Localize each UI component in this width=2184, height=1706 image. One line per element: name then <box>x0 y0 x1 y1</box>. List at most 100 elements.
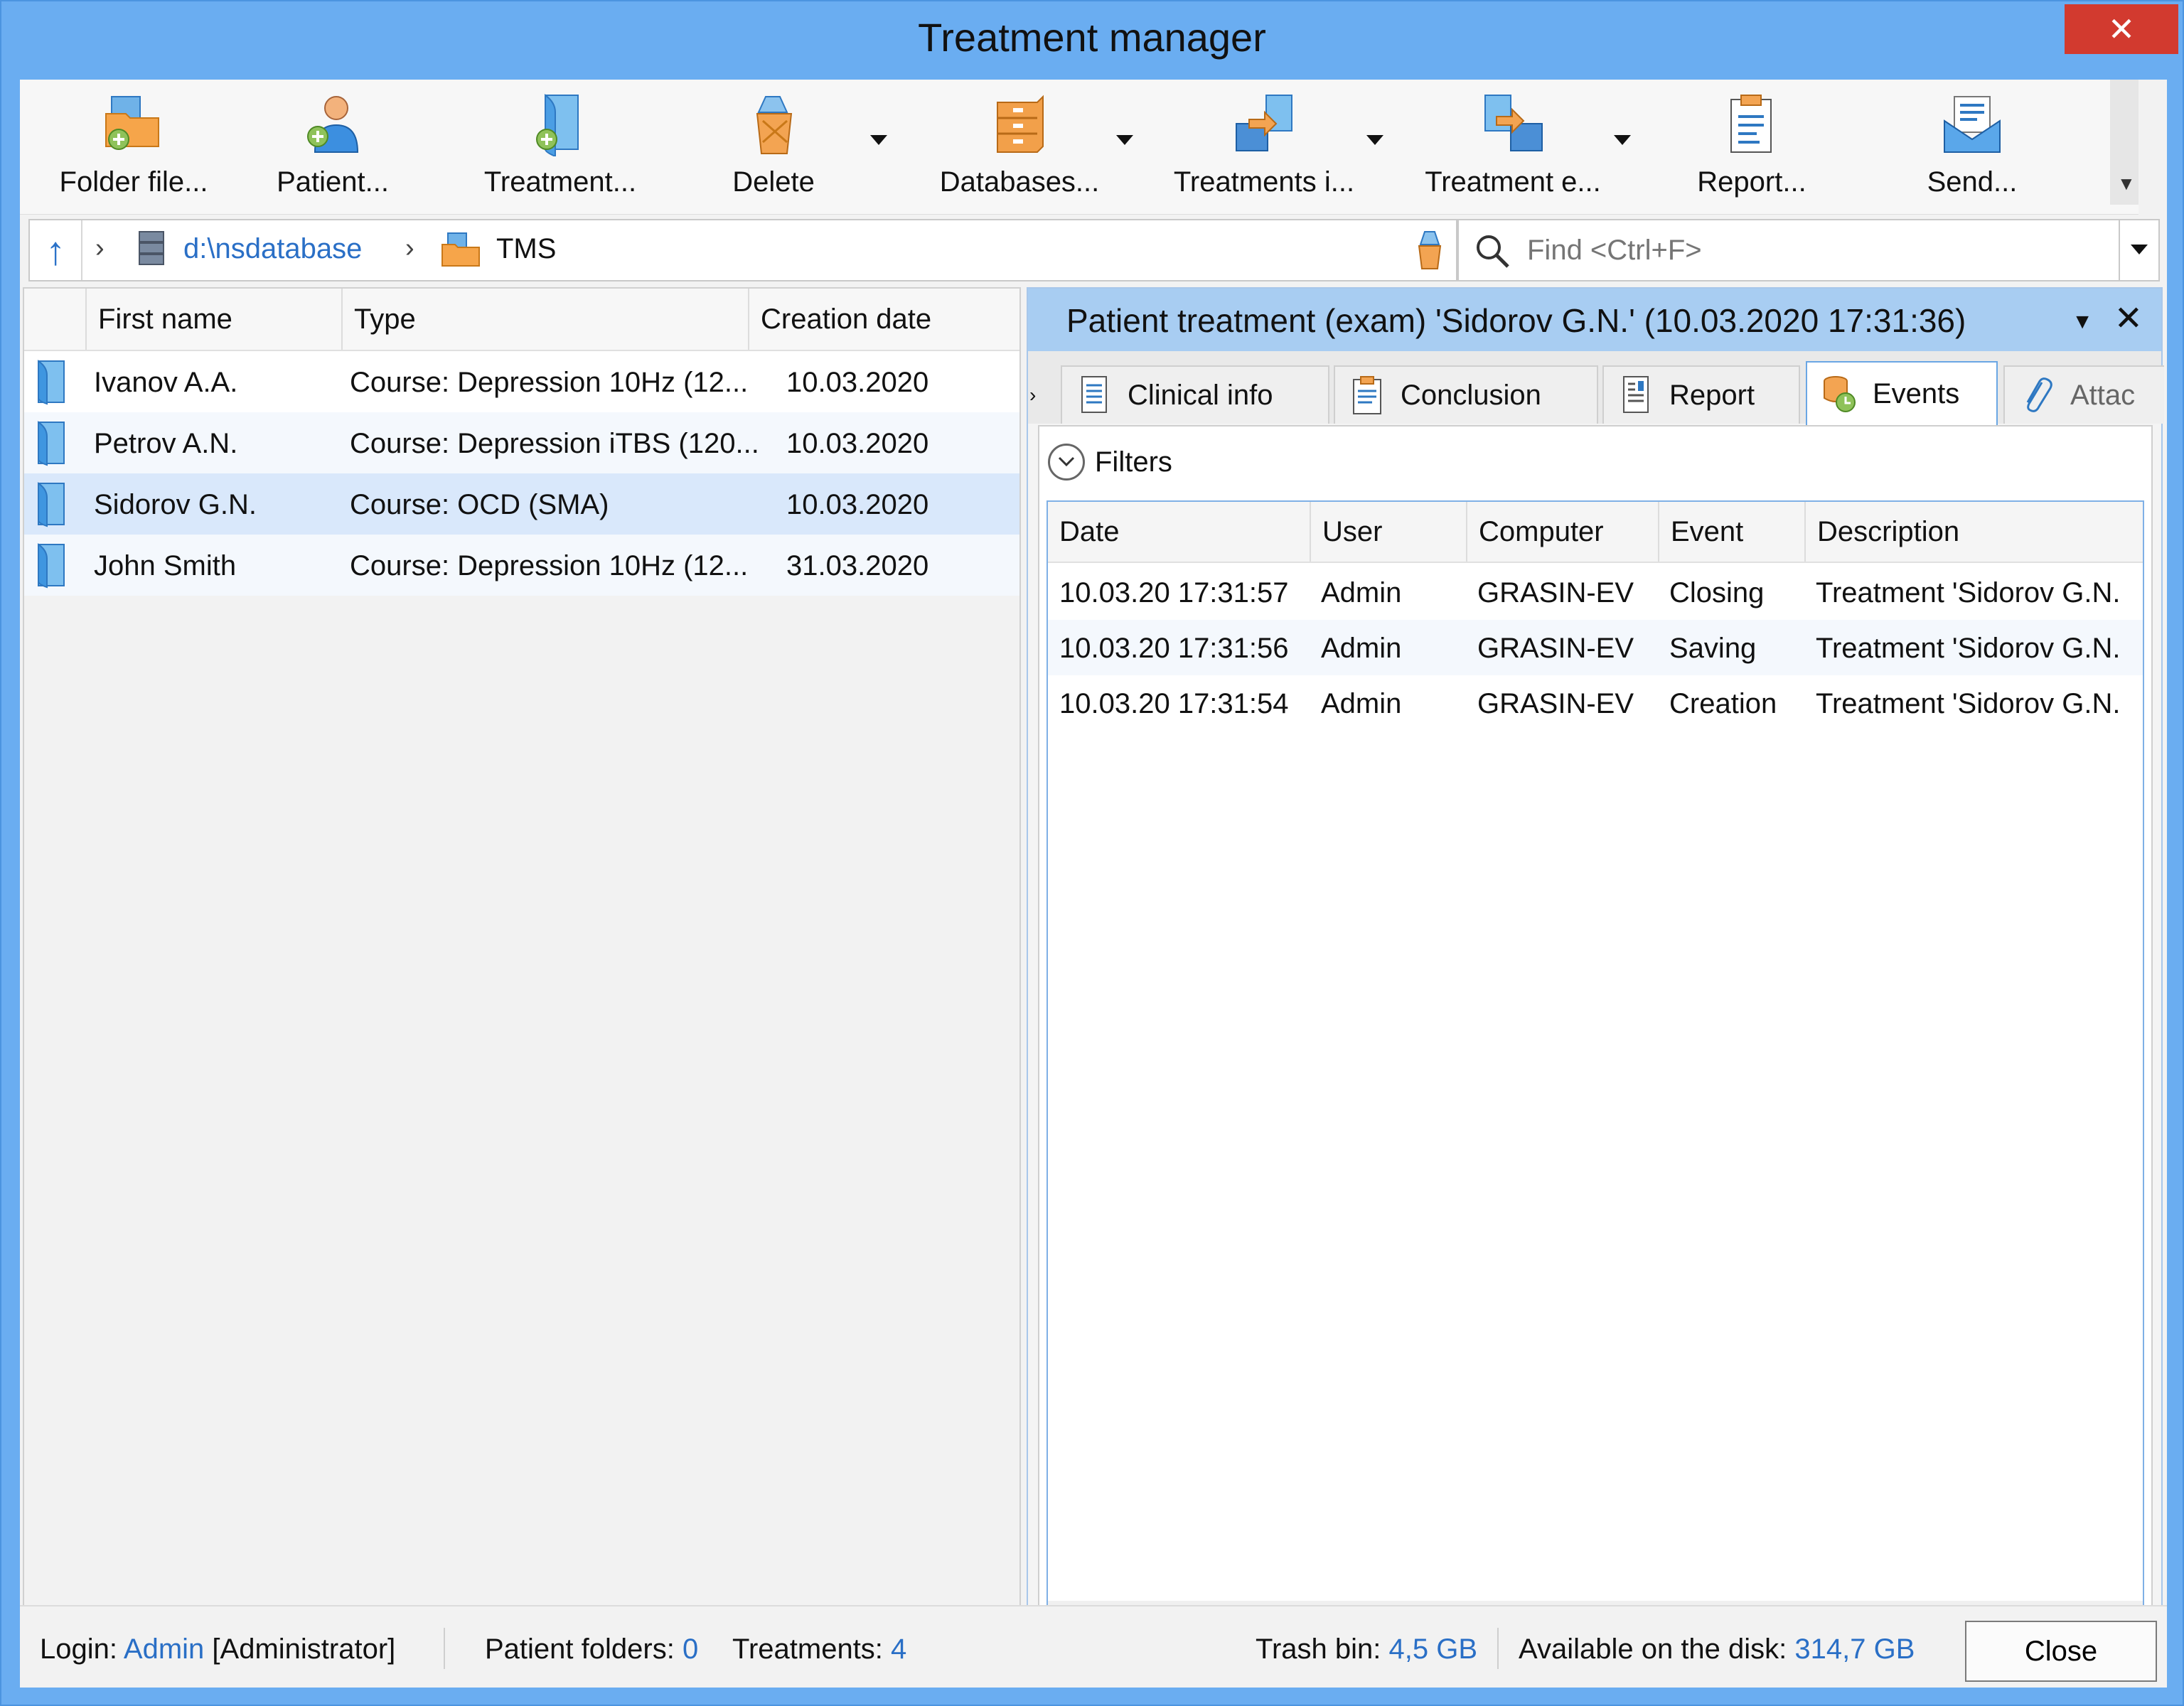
treatment-file-icon <box>36 481 67 527</box>
column-first-name[interactable]: First name <box>85 289 341 350</box>
treatment-list[interactable]: First name Type Creation date Ivanov A.A… <box>23 287 1021 1673</box>
delete-label: Delete <box>732 166 815 198</box>
events-tab-content: Filters Date User Computer Event Descrip… <box>1038 425 2153 1666</box>
treatment-detail-panel: Patient treatment (exam) 'Sidorov G.N.' … <box>1027 287 2164 1678</box>
search-input[interactable] <box>1527 232 2067 269</box>
table-row[interactable]: Ivanov A.A. Course: Depression 10Hz (12.… <box>24 351 1019 412</box>
cell-creation-date: 10.03.2020 <box>786 428 929 459</box>
treatment-file-icon <box>36 542 67 589</box>
cell-first-name: Sidorov G.N. <box>94 489 257 520</box>
up-arrow-icon[interactable]: ↑ <box>30 220 82 280</box>
tab-scroll-left-icon[interactable]: › <box>1029 384 1036 407</box>
databases-dropdown-arrow[interactable] <box>1116 135 1133 145</box>
events-history-icon <box>1821 374 1857 414</box>
filters-toggle[interactable]: Filters <box>1048 444 1172 481</box>
report-button[interactable]: Report... <box>1666 80 1837 215</box>
treatments-value: 4 <box>891 1633 907 1665</box>
treatment-export-label: Treatment e... <box>1425 166 1601 198</box>
tab-events[interactable]: Events <box>1806 361 1998 425</box>
column-type[interactable]: Type <box>341 289 748 350</box>
cell-creation-date: 31.03.2020 <box>786 550 929 581</box>
panel-menu-icon[interactable]: ▼ <box>2072 310 2093 334</box>
filters-label: Filters <box>1095 446 1172 478</box>
close-button[interactable]: Close <box>1965 1621 2157 1682</box>
app-window: Treatment manager ✕ Folder file... Patie… <box>0 0 2184 1706</box>
events-table[interactable]: Date User Computer Event Description 10.… <box>1046 500 2144 1652</box>
tab-attachments[interactable]: Attac <box>2003 365 2164 424</box>
report-icon <box>1720 92 1784 156</box>
report-sheet-icon <box>1618 375 1654 415</box>
chevron-right-icon[interactable]: › <box>405 233 414 264</box>
treatment-button[interactable]: Treatment... <box>461 80 660 215</box>
table-row[interactable]: 10.03.20 17:31:57 Admin GRASIN-EV Closin… <box>1048 564 2143 620</box>
trash-icon <box>742 92 805 156</box>
send-button[interactable]: Send... <box>1894 80 2050 215</box>
databases-label: Databases... <box>939 166 1100 198</box>
close-icon: ✕ <box>2107 11 2136 48</box>
tab-label: Attac <box>2070 379 2136 411</box>
tab-report[interactable]: Report <box>1602 365 1800 424</box>
toolbar-overflow-button[interactable]: ▼ <box>2110 80 2138 205</box>
cell-type: Course: Depression 10Hz (12... <box>350 367 749 398</box>
column-creation-date[interactable]: Creation date <box>748 289 1022 350</box>
clear-history-icon[interactable] <box>1413 229 1446 272</box>
databases-button[interactable]: Databases... <box>920 80 1119 215</box>
cell-date: 10.03.20 17:31:54 <box>1059 688 1289 719</box>
table-row[interactable]: Petrov A.N. Course: Depression iTBS (120… <box>24 412 1019 473</box>
status-disk-space: Available on the disk: 314,7 GB <box>1519 1633 1915 1665</box>
cell-date: 10.03.20 17:31:57 <box>1059 577 1289 608</box>
cell-creation-date: 10.03.2020 <box>786 489 929 520</box>
cell-type: Course: Depression 10Hz (12... <box>350 550 749 581</box>
column-computer[interactable]: Computer <box>1466 502 1658 562</box>
login-user-link[interactable]: Admin <box>124 1633 204 1665</box>
delete-button[interactable]: Delete <box>702 80 845 215</box>
document-icon <box>1076 375 1112 415</box>
patient-button[interactable]: Patient... <box>262 80 404 215</box>
treatment-export-icon <box>1481 92 1545 156</box>
search-dropdown-button[interactable] <box>2119 220 2158 280</box>
panel-title: Patient treatment (exam) 'Sidorov G.N.' … <box>1066 302 1966 339</box>
login-role: [Administrator] <box>212 1633 396 1665</box>
status-login: Login: Admin [Administrator] <box>40 1633 395 1665</box>
disk-label: Available on the disk: <box>1519 1633 1787 1665</box>
breadcrumb-folder[interactable]: TMS <box>496 233 556 265</box>
cell-first-name: John Smith <box>94 550 237 581</box>
treatment-file-icon <box>36 358 67 405</box>
table-row[interactable]: 10.03.20 17:31:56 Admin GRASIN-EV Saving… <box>1048 620 2143 675</box>
tab-conclusion[interactable]: Conclusion <box>1334 365 1598 424</box>
window-close-button[interactable]: ✕ <box>2065 4 2178 54</box>
trash-value[interactable]: 4,5 GB <box>1389 1633 1478 1665</box>
table-row-selected[interactable]: Sidorov G.N. Course: OCD (SMA) 10.03.202… <box>24 473 1019 535</box>
column-event[interactable]: Event <box>1658 502 1804 562</box>
folder-file-button[interactable]: Folder file... <box>48 80 219 215</box>
tab-clinical-info[interactable]: Clinical info <box>1061 365 1329 424</box>
column-date[interactable]: Date <box>1048 502 1310 562</box>
chevron-right-icon[interactable]: › <box>95 233 105 264</box>
address-bar[interactable]: ↑ › d:\nsdatabase › TMS <box>28 219 1457 281</box>
treatments-import-button[interactable]: Treatments i... <box>1157 80 1371 215</box>
send-mail-icon <box>1940 92 2004 156</box>
status-divider <box>1497 1628 1499 1669</box>
column-description[interactable]: Description <box>1804 502 2146 562</box>
cell-event: Closing <box>1669 577 1765 608</box>
search-box[interactable] <box>1457 219 2160 281</box>
title-bar[interactable]: Treatment manager ✕ <box>1 1 2183 80</box>
cell-user: Admin <box>1321 688 1402 719</box>
cell-event: Creation <box>1669 688 1777 719</box>
panel-close-icon[interactable]: ✕ <box>2114 299 2143 338</box>
column-user[interactable]: User <box>1310 502 1466 562</box>
chevron-down-circle-icon <box>1048 444 1085 481</box>
treatment-export-button[interactable]: Treatment e... <box>1406 80 1620 215</box>
breadcrumb-database[interactable]: d:\nsdatabase <box>183 233 362 265</box>
treatments-import-dropdown-arrow[interactable] <box>1366 135 1383 145</box>
treatment-export-dropdown-arrow[interactable] <box>1614 135 1631 145</box>
trash-label: Trash bin: <box>1256 1633 1381 1665</box>
login-label: Login: <box>40 1633 117 1665</box>
overflow-icon: ▼ <box>2117 173 2136 194</box>
patient-label: Patient... <box>277 166 389 198</box>
database-icon <box>987 92 1051 156</box>
folder-icon <box>441 232 481 267</box>
table-row[interactable]: John Smith Course: Depression 10Hz (12..… <box>24 535 1019 596</box>
delete-dropdown-arrow[interactable] <box>870 135 887 145</box>
table-row[interactable]: 10.03.20 17:31:54 Admin GRASIN-EV Creati… <box>1048 675 2143 731</box>
